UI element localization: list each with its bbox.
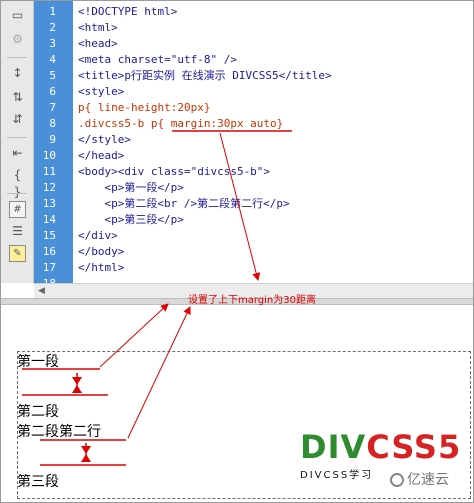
line-number: 17 xyxy=(42,261,56,274)
highlight-icon[interactable]: ✎ xyxy=(9,245,26,262)
document-icon[interactable]: ▭ xyxy=(9,7,26,24)
code-line[interactable]: <p>第三段</p> xyxy=(78,212,183,228)
line-number: 13 xyxy=(42,197,56,210)
line-number: 2 xyxy=(49,21,56,34)
paragraph-three: 第三段 xyxy=(17,474,59,490)
code-line[interactable]: </html> xyxy=(78,260,124,276)
code-line[interactable]: <title>p行距实例 在线演示 DIVCSS5</title> xyxy=(78,68,332,84)
code-line[interactable]: </div> xyxy=(78,228,118,244)
toolbar-divider xyxy=(7,57,27,58)
margin-annotation: 设置了上下margin为30距离 xyxy=(188,295,316,306)
select-parent-icon[interactable]: ⇅ xyxy=(9,89,26,106)
code-line[interactable]: <!DOCTYPE html> xyxy=(78,4,177,20)
watermark: 亿速云 xyxy=(386,468,453,490)
line-number: 14 xyxy=(42,213,56,226)
line-number: 9 xyxy=(49,133,56,146)
scroll-left-icon[interactable]: ◀ xyxy=(38,284,45,298)
line-number: 12 xyxy=(42,181,56,194)
code-line[interactable]: <p>第二段<br />第二段第二行</p> xyxy=(78,196,289,212)
code-line[interactable]: </body> xyxy=(78,244,124,260)
expand-tag-icon[interactable]: ↕ xyxy=(9,65,26,82)
line-number: 1 xyxy=(49,5,56,18)
line-number: 5 xyxy=(49,69,56,82)
paragraph-two-line-two: 第二段第二行 xyxy=(17,424,101,440)
code-editor[interactable]: <!DOCTYPE html> <html> <head> <meta char… xyxy=(73,1,473,283)
gear-icon[interactable]: ⚙ xyxy=(9,31,26,48)
code-line[interactable]: </head> xyxy=(78,148,124,164)
line-number: 7 xyxy=(49,101,56,114)
line-number-gutter: 1 2 3 4 5 6 7 8 9 10 11 12 13 14 15 16 1… xyxy=(34,1,73,290)
logo-wordmark: DIVCSS5 xyxy=(300,430,461,464)
code-line[interactable]: p{ line-height:20px} xyxy=(78,100,210,116)
line-number: 10 xyxy=(42,149,56,162)
code-line[interactable]: <meta charset="utf-8" /> xyxy=(78,52,237,68)
hash-icon[interactable]: # xyxy=(9,201,26,218)
code-line[interactable]: <style> xyxy=(78,84,124,100)
watermark-logo-icon xyxy=(390,473,404,487)
collapse-icon[interactable]: ⇵ xyxy=(9,111,26,128)
code-line[interactable]: .divcss5-b p{ margin:30px auto} xyxy=(78,116,283,132)
logo-green-text: DIV xyxy=(300,428,367,466)
indent-icon[interactable]: ⇤ xyxy=(9,145,26,162)
line-number: 4 xyxy=(49,53,56,66)
line-number: 8 xyxy=(49,117,56,130)
toolbar-divider xyxy=(7,137,27,138)
braces-icon[interactable]: { } xyxy=(9,167,26,199)
coding-toolbar: ▭ ⚙ ↕ ⇅ ⇵ ⇤ { } # ☰ ✎ xyxy=(1,1,34,283)
line-number: 6 xyxy=(49,85,56,98)
code-line[interactable]: <html> xyxy=(78,20,118,36)
paragraph-two: 第二段 xyxy=(17,404,59,420)
code-line[interactable]: <p>第一段</p> xyxy=(78,180,183,196)
code-line[interactable]: <head> xyxy=(78,36,118,52)
toolbar-divider xyxy=(7,193,27,194)
code-line[interactable]: </style> xyxy=(78,132,131,148)
format-icon[interactable]: ☰ xyxy=(9,223,26,240)
watermark-text: 亿速云 xyxy=(407,472,449,488)
line-number: 11 xyxy=(42,165,56,178)
code-line[interactable]: <body><div class="divcss5-b"> xyxy=(78,164,270,180)
line-number: 16 xyxy=(42,245,56,258)
logo-red-text: CSS5 xyxy=(366,428,462,466)
line-number: 3 xyxy=(49,37,56,50)
paragraph-one: 第一段 xyxy=(17,354,59,370)
line-number: 15 xyxy=(42,229,56,242)
